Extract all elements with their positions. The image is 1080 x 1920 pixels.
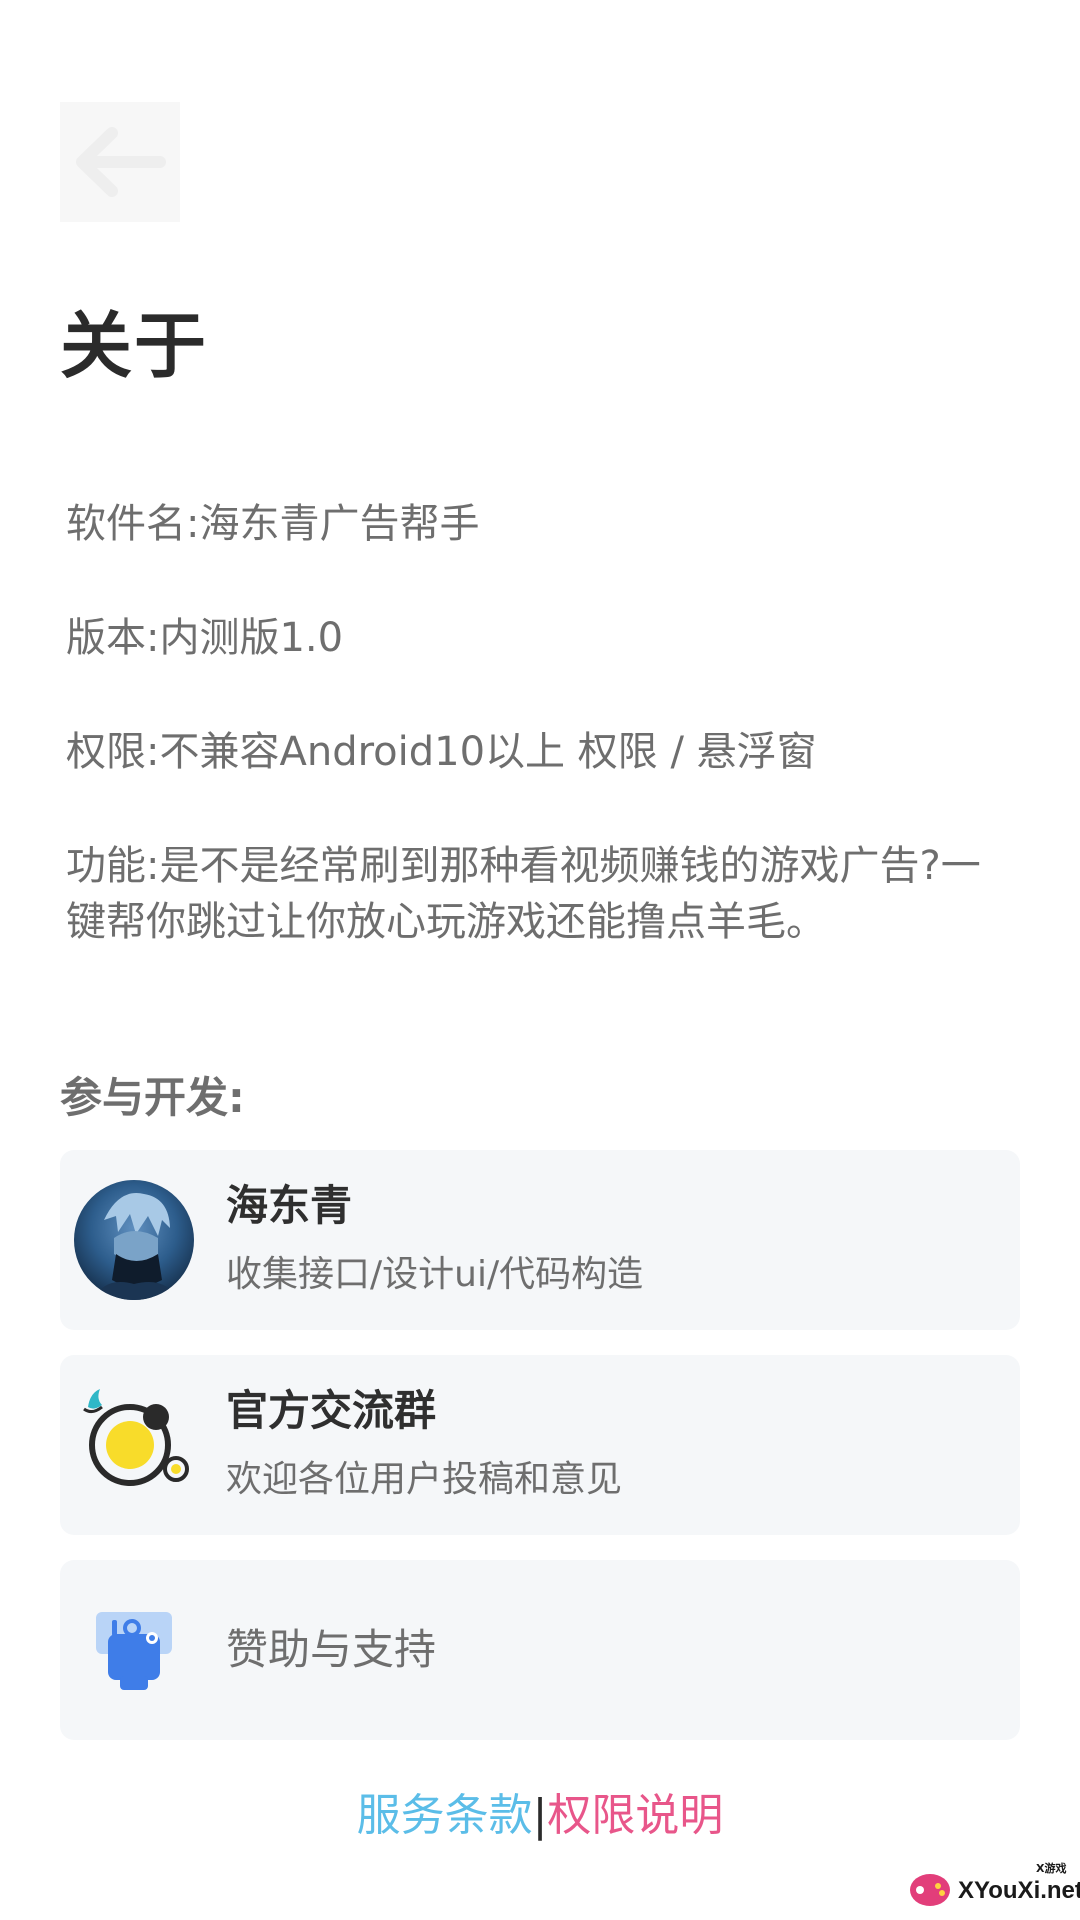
version-text: 版本:内测版1.0	[66, 615, 344, 661]
watermark-small-text: X游戏	[1036, 1862, 1067, 1875]
sponsor-icon	[74, 1590, 194, 1710]
group-card[interactable]: 官方交流群 欢迎各位用户投稿和意见	[60, 1355, 1020, 1535]
arrow-left-icon	[76, 127, 166, 197]
terms-link[interactable]: 服务条款	[357, 1790, 533, 1841]
footer-links: 服务条款|权限说明	[0, 1786, 1080, 1846]
page-title: 关于	[60, 304, 209, 388]
footer-separator: |	[532, 1790, 548, 1841]
permission-text: 权限:不兼容Android10以上 权限 / 悬浮窗	[66, 729, 817, 775]
watermark-logo: XYouXi.net X游戏	[908, 1862, 1080, 1912]
gamepad-icon	[908, 1868, 952, 1908]
permission-link[interactable]: 权限说明	[547, 1790, 723, 1841]
contributors-section-title: 参与开发:	[60, 1073, 245, 1122]
planet-icon	[74, 1385, 194, 1505]
app-name-text: 软件名:海东青广告帮手	[66, 501, 480, 547]
sponsor-card[interactable]: 赞助与支持	[60, 1560, 1020, 1740]
watermark-text: XYouXi.net	[958, 1877, 1080, 1904]
group-title: 官方交流群	[226, 1386, 437, 1435]
developer-role: 收集接口/设计ui/代码构造	[226, 1254, 644, 1295]
sponsor-label: 赞助与支持	[226, 1625, 437, 1674]
avatar	[74, 1180, 194, 1300]
group-subtitle: 欢迎各位用户投稿和意见	[226, 1459, 623, 1500]
developer-name: 海东青	[226, 1181, 353, 1230]
feature-text: 功能:是不是经常刷到那种看视频赚钱的游戏广告?一键帮你跳过让你放心玩游戏还能撸点…	[66, 843, 981, 945]
developer-card[interactable]: 海东青 收集接口/设计ui/代码构造	[60, 1150, 1020, 1330]
back-button[interactable]	[60, 102, 180, 222]
